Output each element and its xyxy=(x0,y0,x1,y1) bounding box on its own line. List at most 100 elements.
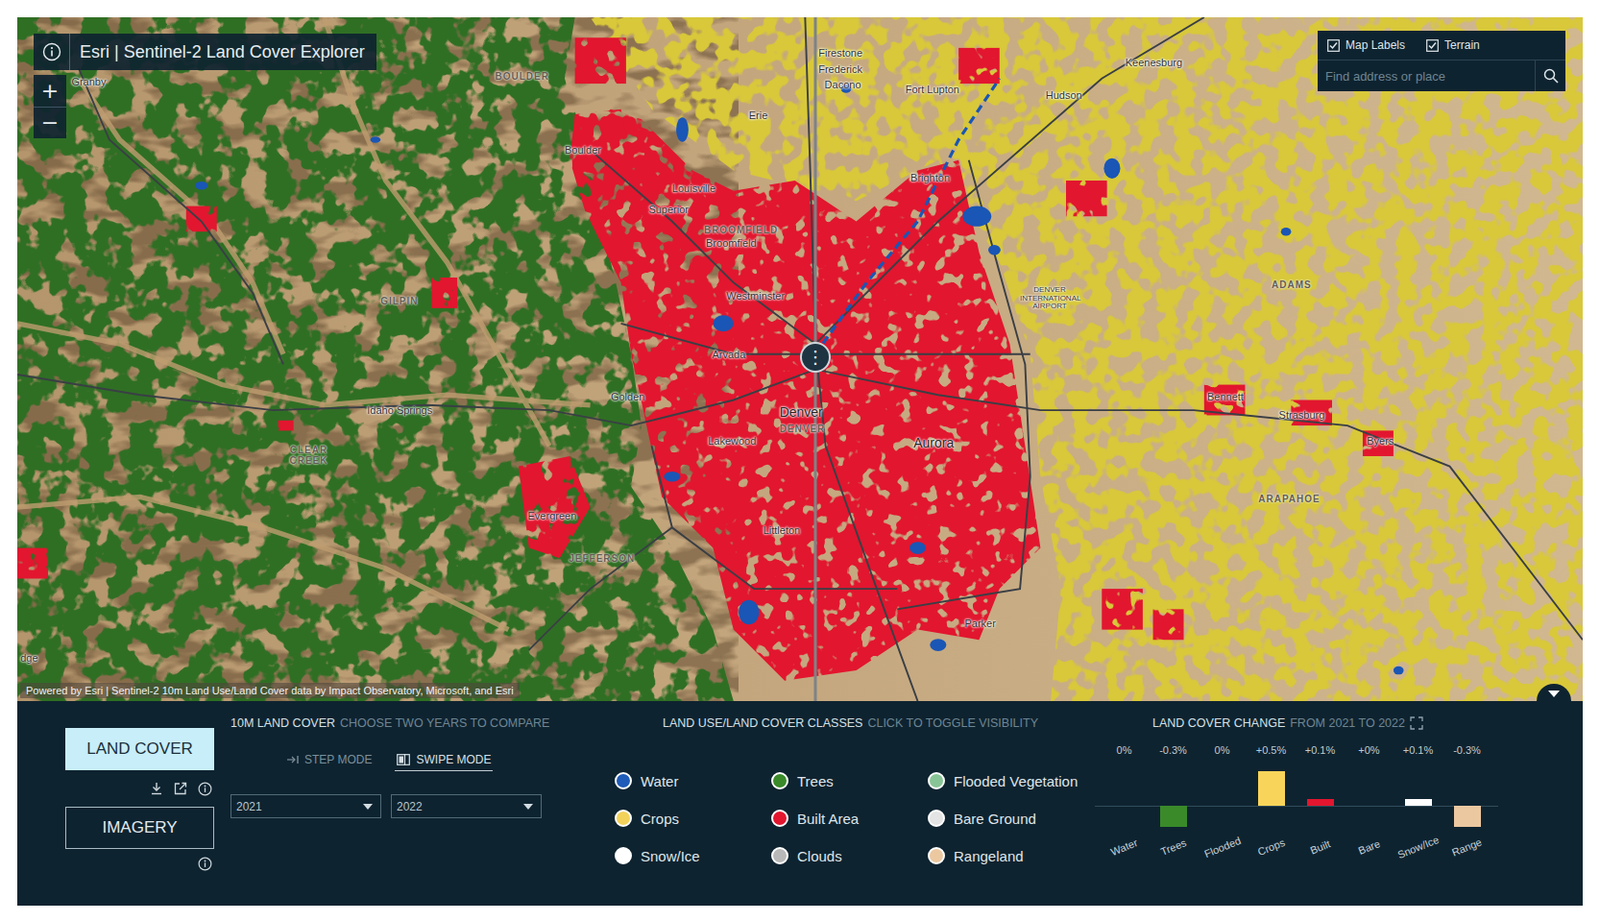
bar-area xyxy=(1295,757,1345,830)
info-icon[interactable] xyxy=(197,856,213,872)
swipe-mode-icon xyxy=(396,753,411,766)
dropdown-arrow-icon xyxy=(523,803,534,810)
map-label: Dacono xyxy=(824,78,862,91)
class-color-dot xyxy=(771,772,789,790)
class-color-dot xyxy=(771,847,789,865)
bar-reading: -0.3% xyxy=(1453,743,1481,757)
control-panel: LAND COVER IMAGERY 10M LAND COVER CHOOSE… xyxy=(17,701,1583,906)
app-frame: BOULDERGranbyFirestoneFrederickDaconoFor… xyxy=(17,17,1583,906)
info-icon[interactable] xyxy=(197,781,213,797)
bar-area xyxy=(1442,757,1492,830)
map-label: GILPIN xyxy=(380,295,418,307)
bar-reading: -0.3% xyxy=(1159,743,1188,757)
info-button[interactable] xyxy=(33,33,71,71)
checkbox-icon xyxy=(1327,39,1340,52)
app-title: Esri | Sentinel-2 Land Cover Explorer xyxy=(70,42,365,63)
chart-column: +0.1% Built xyxy=(1295,743,1345,853)
bar-area xyxy=(1344,757,1394,830)
expand-icon[interactable] xyxy=(1409,716,1424,730)
change-chart-panel: LAND COVER CHANGE FROM 2021 TO 2022 0% W… xyxy=(1094,701,1518,906)
map-label: Arvada xyxy=(711,348,746,361)
zoom-button[interactable]: − xyxy=(33,106,67,139)
class-toggle[interactable]: Water xyxy=(614,770,772,792)
chart-bar[interactable] xyxy=(1307,799,1334,806)
map-option-label: Terrain xyxy=(1444,38,1480,52)
bar-label: Snow/Ice xyxy=(1395,833,1440,861)
class-toggle[interactable]: Clouds xyxy=(771,845,928,867)
chart-bar[interactable] xyxy=(1405,799,1432,806)
class-toggle[interactable]: Bare Ground xyxy=(927,807,1095,829)
class-toggle[interactable]: Rangeland xyxy=(927,845,1095,867)
class-color-dot xyxy=(614,809,632,827)
map-label: BOULDER xyxy=(494,70,549,81)
bar-label: Range xyxy=(1450,835,1484,858)
class-toggle[interactable]: Built Area xyxy=(771,807,928,829)
zoom-button[interactable]: + xyxy=(33,74,67,107)
map[interactable]: BOULDERGranbyFirestoneFrederickDaconoFor… xyxy=(17,17,1583,702)
section-header: LAND USE/LAND COVER CLASSES CLICK TO TOG… xyxy=(614,716,1095,730)
map-label: Broomfield xyxy=(705,237,757,249)
search-icon xyxy=(1543,68,1559,84)
map-label: Strasburg xyxy=(1279,409,1326,421)
chart-bar[interactable] xyxy=(1454,805,1481,827)
bar-reading: +0.5% xyxy=(1256,743,1287,757)
map-label: Fort Lupton xyxy=(905,83,960,96)
bar-reading: +0% xyxy=(1357,743,1380,757)
chart-bar[interactable] xyxy=(1258,771,1285,806)
year-compare: 10M LAND COVER CHOOSE TWO YEARS TO COMPA… xyxy=(230,701,615,906)
search-button[interactable] xyxy=(1534,60,1566,92)
year-selectors: 2021 2022 xyxy=(230,794,615,819)
map-label: Byers xyxy=(1366,435,1394,447)
search-input[interactable]: Find address or place xyxy=(1317,60,1535,92)
map-label: Hudson xyxy=(1045,89,1083,101)
change-bar-chart: 0% Water-0.3% Trees0% Flooded+0.5% Crops… xyxy=(1094,743,1518,853)
open-external-icon[interactable] xyxy=(173,781,188,796)
map-label: Boulder xyxy=(564,144,602,156)
chart-baseline xyxy=(1094,805,1499,807)
class-toggle[interactable]: Trees xyxy=(771,770,928,792)
map-option-label: Map Labels xyxy=(1345,38,1406,52)
layer-button[interactable]: IMAGERY xyxy=(65,806,215,849)
map-label: Brighton xyxy=(910,171,950,184)
river xyxy=(815,78,1000,355)
map-label: Granby xyxy=(71,75,106,88)
map-tools: Map Labels Terrain Find address or place xyxy=(1317,30,1566,92)
map-label: Littleton xyxy=(763,524,801,536)
map-label: Louisville xyxy=(672,182,716,194)
map-label: Golden xyxy=(610,390,645,403)
class-toggle[interactable]: Crops xyxy=(614,807,772,829)
map-label: Erie xyxy=(749,109,769,122)
app-title-bar: Esri | Sentinel-2 Land Cover Explorer xyxy=(33,33,377,71)
map-options: Map Labels Terrain xyxy=(1317,30,1566,60)
map-label: DENVER INTERNATIONAL AIRPORT xyxy=(1019,287,1080,312)
year-dropdown[interactable]: 2021 xyxy=(230,794,382,819)
step-mode-icon xyxy=(287,754,299,765)
class-color-dot xyxy=(771,809,789,827)
mode-button[interactable]: SWIPE MODE xyxy=(394,751,493,772)
map-label: dge xyxy=(20,652,38,664)
download-icon[interactable] xyxy=(149,781,164,796)
zoom-controls: +− xyxy=(33,74,67,139)
map-option-checkbox[interactable]: Terrain xyxy=(1426,38,1480,52)
chart-column: +0.1% Snow/Ice xyxy=(1393,743,1443,853)
checkbox-icon xyxy=(1426,39,1439,52)
mode-button[interactable]: STEP MODE xyxy=(285,751,374,772)
bar-label: Bare xyxy=(1356,837,1382,857)
map-label: Firestone xyxy=(818,47,863,59)
section-header: 10M LAND COVER CHOOSE TWO YEARS TO COMPA… xyxy=(230,716,615,730)
map-label: DENVER xyxy=(779,423,826,435)
bar-label: Trees xyxy=(1158,836,1188,858)
layer-button[interactable]: LAND COVER xyxy=(65,727,215,771)
swipe-handle[interactable]: ⋮ xyxy=(800,341,831,373)
class-legend: LAND USE/LAND COVER CLASSES CLICK TO TOG… xyxy=(614,701,1095,906)
map-option-checkbox[interactable]: Map Labels xyxy=(1327,38,1406,52)
chart-bar[interactable] xyxy=(1160,805,1188,827)
info-icon xyxy=(42,42,62,62)
year-dropdown[interactable]: 2022 xyxy=(390,794,542,819)
layer-switcher: LAND COVER IMAGERY xyxy=(65,701,215,906)
search-bar: Find address or place xyxy=(1317,59,1566,92)
class-color-dot xyxy=(927,847,946,865)
chart-column: +0.5% Crops xyxy=(1246,743,1296,853)
class-toggle[interactable]: Flooded Vegetation xyxy=(927,770,1095,792)
class-toggle[interactable]: Snow/Ice xyxy=(614,845,772,867)
